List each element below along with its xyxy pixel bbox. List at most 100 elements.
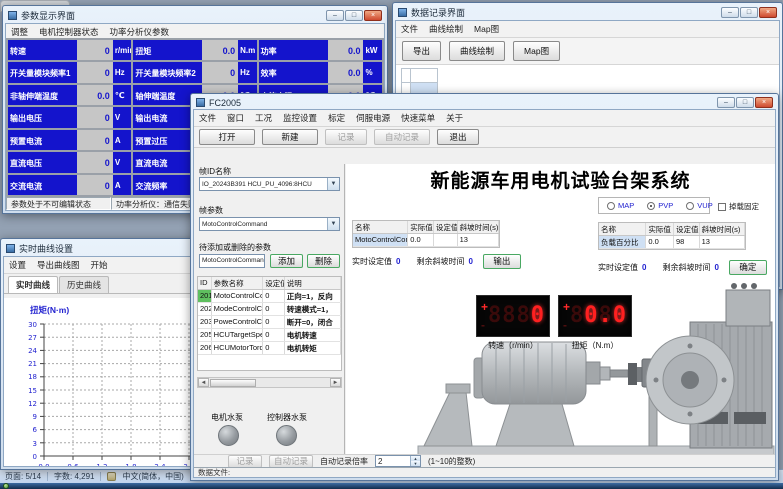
menu-item-condition[interactable]: 工况: [255, 112, 272, 124]
speed-display-label: 转速（r/min）: [476, 340, 550, 351]
table-row[interactable]: 202 ModeControlCommand 0 转速模式=1，: [198, 303, 341, 316]
record-window-titlebar[interactable]: 数据记录界面 – □ ×: [395, 5, 780, 20]
col-header-id[interactable]: ID: [198, 277, 212, 289]
menu-item-calibration[interactable]: 标定: [328, 112, 345, 124]
cell-ramp[interactable]: 13: [700, 236, 745, 248]
scroll-left-icon[interactable]: ◄: [198, 378, 209, 387]
col-header-setvalue[interactable]: 设定值: [263, 277, 285, 289]
radio-icon[interactable]: [607, 202, 615, 210]
scrollbar-thumb[interactable]: [210, 379, 256, 387]
tab-realtime-curve[interactable]: 实时曲线: [8, 276, 58, 293]
menu-item[interactable]: 设置: [9, 259, 26, 271]
cell-set[interactable]: 98: [674, 236, 700, 248]
load-command-table[interactable]: 名称 实际值 设定值 斜坡时间(s) 负载百分比 0.0 98 13: [598, 222, 746, 250]
spin-down-icon[interactable]: ▼: [411, 461, 420, 466]
param-window-titlebar[interactable]: 参数显示界面 – □ ×: [5, 8, 385, 23]
chevron-down-icon[interactable]: ▼: [327, 218, 339, 230]
cell-name: MotoControlCommand: [212, 290, 264, 302]
rate-spinner[interactable]: 2 ▲▼: [375, 455, 421, 467]
table-row[interactable]: 206 HCUMotorTorque 0 电机转矩: [198, 342, 341, 355]
output-command-table[interactable]: 名称 实际值 设定值 斜坡时间(s) MotoControlCommand 0.…: [352, 220, 500, 248]
tab-history-curve[interactable]: 历史曲线: [59, 276, 109, 293]
menu-item[interactable]: 电机控制器状态: [39, 26, 99, 38]
cell-set[interactable]: [434, 234, 458, 246]
confirm-button[interactable]: 确定: [729, 260, 767, 275]
language-indicator[interactable]: 中文(简体，中国): [122, 471, 183, 482]
record-button-bottom[interactable]: 记录: [228, 455, 262, 468]
cell-desc: 转速模式=1，: [285, 303, 341, 315]
minimize-button[interactable]: –: [326, 10, 344, 21]
menu-item[interactable]: 开始: [91, 259, 108, 271]
export-button[interactable]: 导出: [402, 41, 441, 61]
menu-item[interactable]: 导出曲线图: [37, 259, 80, 271]
table-row[interactable]: 负载百分比 0.0 98 13: [599, 236, 745, 249]
menu-item[interactable]: 功率分析仪参数: [110, 26, 170, 38]
chevron-down-icon[interactable]: ▼: [327, 178, 339, 190]
menu-item-window[interactable]: 窗口: [227, 112, 244, 124]
horizontal-scrollbar[interactable]: ◄ ►: [197, 377, 342, 388]
table-row[interactable]: 201 MotoControlCommand 0 正向=1，反向: [198, 290, 341, 303]
menu-item-monitor-settings[interactable]: 监控设置: [283, 112, 317, 124]
radio-icon[interactable]: [686, 202, 694, 210]
col-header-desc[interactable]: 说明: [285, 277, 341, 289]
open-button[interactable]: 打开: [199, 129, 255, 145]
menu-item[interactable]: Map图: [474, 23, 499, 35]
auto-record-button[interactable]: 自动记录: [374, 129, 430, 145]
taskbar[interactable]: [0, 483, 783, 489]
menu-item[interactable]: 曲线绘制: [429, 23, 463, 35]
frame-param-combo[interactable]: MotoControlCommand ▼: [199, 217, 340, 231]
table-row[interactable]: MotoControlCommand 0.0 13: [353, 234, 499, 247]
minimize-button[interactable]: –: [717, 97, 735, 108]
output-button[interactable]: 输出: [483, 254, 521, 269]
table-row[interactable]: 205 HCUTargetSpeed 0 电机转速: [198, 329, 341, 342]
cell-setvalue: 0: [263, 316, 285, 328]
menu-item-file[interactable]: 文件: [199, 112, 216, 124]
close-button[interactable]: ×: [755, 97, 773, 108]
y-tick: 15: [28, 387, 37, 395]
close-button[interactable]: ×: [759, 7, 777, 18]
scroll-right-icon[interactable]: ►: [330, 378, 341, 387]
fc2005-workspace: 帧ID名称 IO_20243B391 HCU_PU_4096:8HCU ▼ 帧参…: [194, 164, 775, 454]
radio-icon-selected[interactable]: [647, 202, 655, 210]
param-name-input[interactable]: MotoControlCommand: [199, 254, 265, 268]
maximize-button[interactable]: □: [740, 7, 758, 18]
maximize-button[interactable]: □: [736, 97, 754, 108]
menu-item[interactable]: 文件: [401, 23, 418, 35]
table-row[interactable]: 203 PoweControlCommand 0 断开=0，闭合: [198, 316, 341, 329]
exit-button[interactable]: 退出: [437, 129, 479, 145]
rate-hint: (1~10的整数): [428, 456, 475, 467]
frame-id-combo[interactable]: IO_20243B391 HCU_PU_4096:8HCU ▼: [199, 177, 340, 191]
param-cell: 交流电流0A: [8, 175, 131, 195]
record-button[interactable]: 记录: [325, 129, 367, 145]
checkbox-icon[interactable]: [718, 203, 726, 211]
rate-value[interactable]: 2: [376, 456, 410, 466]
frame-param-value: MotoControlCommand: [202, 221, 267, 228]
auto-record-button-bottom[interactable]: 自动记录: [269, 455, 313, 468]
param-cell: 预置电流0A: [8, 130, 131, 150]
load-hold-checkbox[interactable]: 掉载固定: [718, 201, 759, 212]
menu-item[interactable]: 调整: [11, 26, 28, 38]
minimize-button[interactable]: –: [721, 7, 739, 18]
col-header-name[interactable]: 参数名称: [212, 277, 264, 289]
param-row: 转速0r/min 扭矩0.0N.m 功率0.0kW: [8, 40, 382, 60]
realtime-set-value: 0: [396, 257, 400, 266]
radio-vup[interactable]: VUP: [686, 201, 712, 210]
map-chart-button[interactable]: Map图: [513, 41, 560, 61]
maximize-button[interactable]: □: [345, 10, 363, 21]
speed-display: +- 88880: [476, 295, 550, 337]
fc2005-titlebar[interactable]: FC2005 – □ ×: [193, 96, 776, 109]
plot-curve-button[interactable]: 曲线绘制: [449, 41, 505, 61]
start-button[interactable]: [3, 483, 9, 489]
menu-item-quick-menu[interactable]: 快速菜单: [401, 112, 435, 124]
radio-map[interactable]: MAP: [607, 201, 634, 210]
radio-pvp[interactable]: PVP: [647, 201, 673, 210]
menu-item-servo-power[interactable]: 伺服电源: [356, 112, 390, 124]
delete-button[interactable]: 删除: [307, 254, 340, 268]
add-button[interactable]: 添加: [270, 254, 303, 268]
close-button[interactable]: ×: [364, 10, 382, 21]
frame-param-table[interactable]: ID 参数名称 设定值 说明 201 MotoControlCommand 0 …: [197, 276, 342, 371]
menu-item-about[interactable]: 关于: [446, 112, 463, 124]
cell-ramp[interactable]: 13: [458, 234, 499, 246]
param-unit: A: [113, 175, 132, 195]
new-button[interactable]: 新建: [262, 129, 318, 145]
